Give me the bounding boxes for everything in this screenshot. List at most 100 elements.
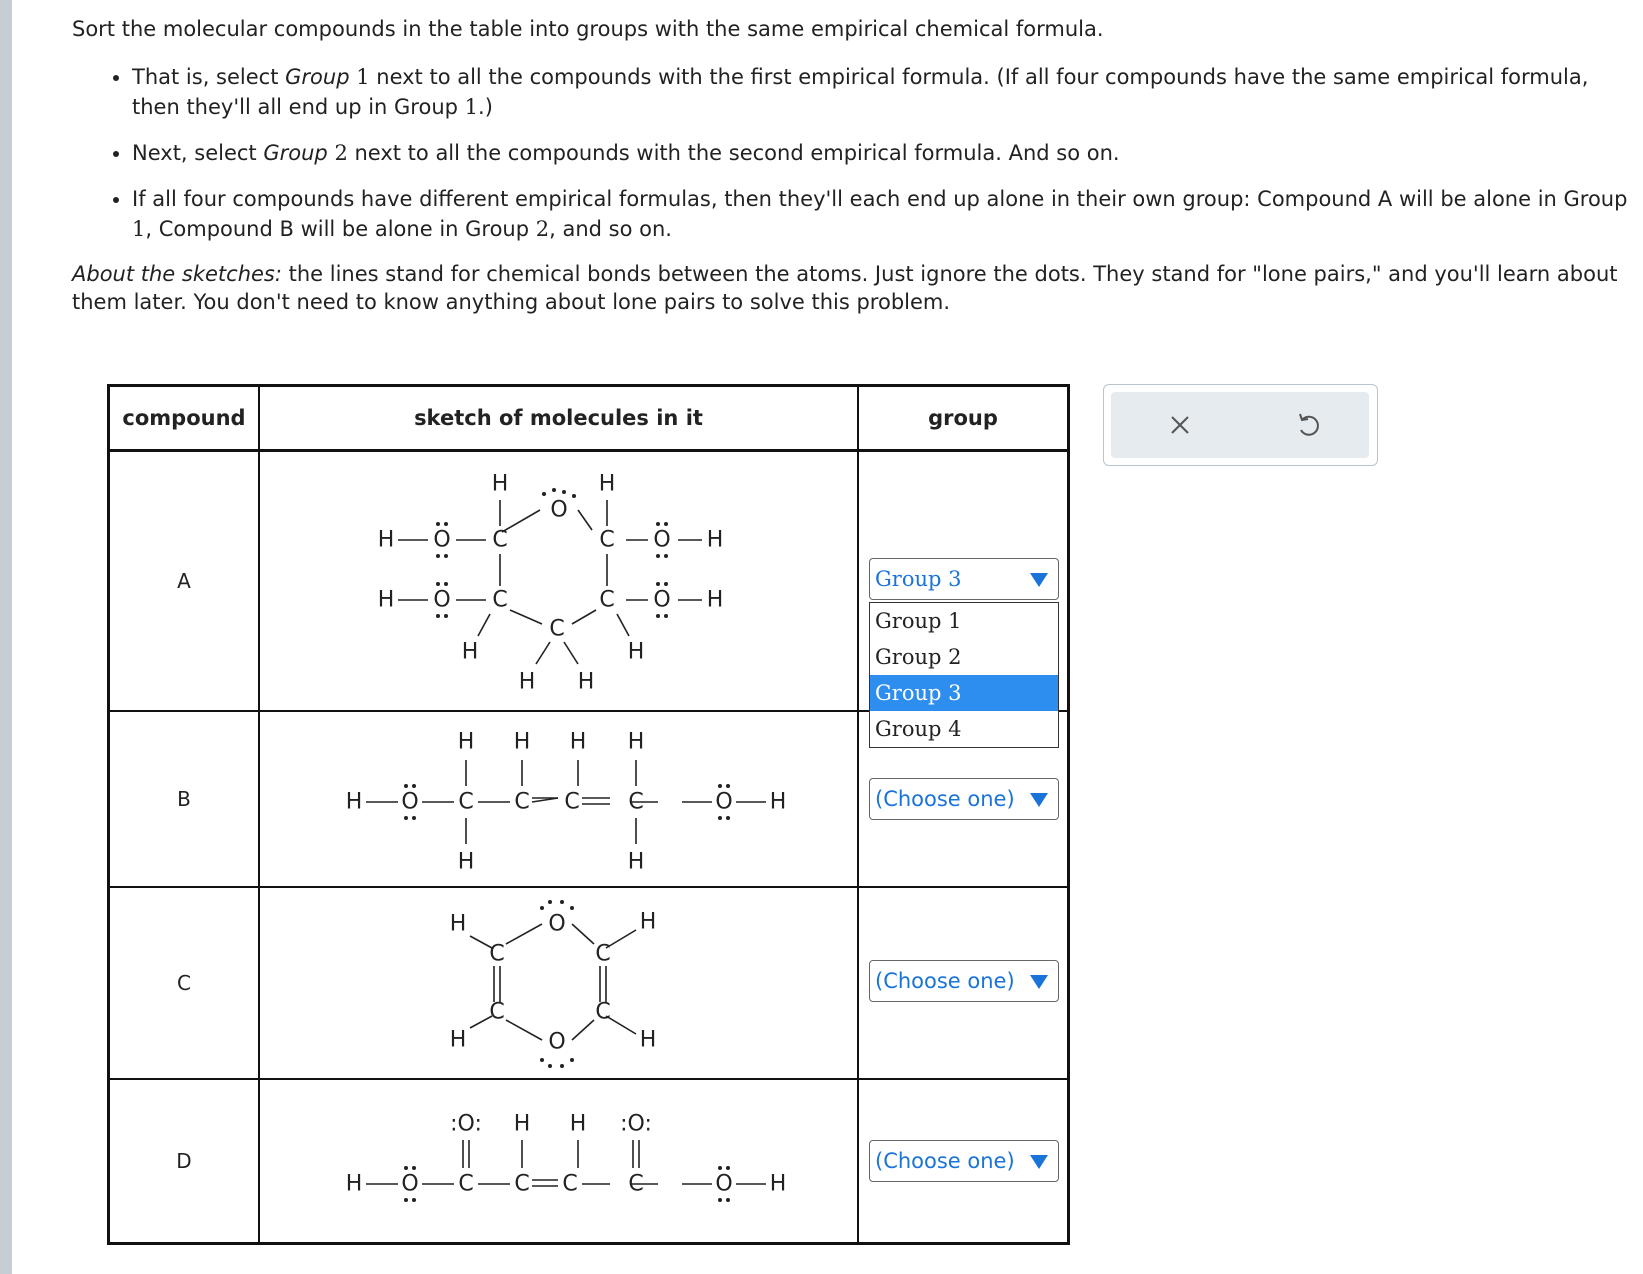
atom-c: C [489, 942, 504, 967]
atom-c: C [492, 588, 507, 613]
atom-c: C [599, 588, 614, 613]
group-select-a[interactable]: Group 3 [869, 558, 1059, 600]
instruction-bullet-1: That is, select Group 1 next to all the … [132, 62, 1632, 122]
atom-o: O [548, 1030, 565, 1055]
option-group-3[interactable]: Group 3 [870, 675, 1058, 711]
atom-c: C [458, 1172, 473, 1197]
atom-o: O [715, 1172, 732, 1197]
atom-h: H [570, 1112, 587, 1137]
compound-label: C [107, 886, 260, 1080]
group-select-d[interactable]: (Choose one) [869, 1140, 1059, 1182]
close-icon[interactable] [1163, 408, 1197, 442]
answer-toolbar [1103, 384, 1378, 466]
compound-label: A [107, 449, 260, 712]
compound-table: compound sketch of molecules in it group… [107, 384, 1070, 1245]
atom-c: C [492, 528, 507, 553]
dropdown-arrow-icon [1030, 793, 1048, 807]
molecule-c-sketch: H O H C C C C H O H [450, 900, 657, 1068]
sketch-cell: H H O H O C C O H H O C C O H C H H H H [258, 449, 859, 712]
compound-label: D [107, 1078, 260, 1245]
instruction-bullet-2: Next, select Group 2 next to all the com… [132, 138, 1632, 168]
atom-o: O [653, 588, 670, 613]
atom-c: C [595, 942, 610, 967]
table-row: D :O: H H :O: H O C C C C O H (Choose on… [107, 1078, 1070, 1245]
option-group-2[interactable]: Group 2 [870, 639, 1058, 675]
dropdown-arrow-icon [1030, 1155, 1048, 1169]
atom-h: H [462, 640, 479, 665]
atom-o: :O: [620, 1112, 652, 1137]
left-edge-bar [0, 0, 12, 1274]
atom-c: C [458, 790, 473, 815]
dropdown-arrow-icon [1030, 573, 1048, 587]
instructions-title: Sort the molecular compounds in the tabl… [72, 17, 1104, 41]
about-sketches: About the sketches: the lines stand for … [72, 262, 1618, 314]
sketch-cell: H O H C C C C H O H [258, 886, 859, 1080]
atom-c: C [489, 1000, 504, 1025]
group-cell: (Choose one) [857, 1078, 1070, 1245]
atom-c: C [514, 790, 529, 815]
atom-h: H [599, 472, 616, 497]
molecule-a-sketch: H H O H O C C O H H O C C O H C H H H H [378, 472, 724, 695]
atom-o: O [433, 528, 450, 553]
atom-h: H [570, 730, 587, 755]
atom-o: O [401, 790, 418, 815]
instruction-bullet-3: If all four compounds have different emp… [132, 184, 1632, 244]
atom-h: H [628, 850, 645, 875]
toolbar-inner [1111, 392, 1369, 458]
atom-h: H [519, 670, 536, 695]
atom-h: H [378, 528, 395, 553]
group-select-c[interactable]: (Choose one) [869, 960, 1059, 1002]
atom-o: O [433, 588, 450, 613]
atom-h: H [346, 790, 363, 815]
atom-c: C [564, 790, 579, 815]
atom-h: H [628, 640, 645, 665]
header-sketch: sketch of molecules in it [258, 384, 859, 452]
atom-h: H [450, 1028, 467, 1053]
sketch-cell: :O: H H :O: H O C C C C O H [258, 1078, 859, 1245]
atom-h: H [578, 670, 595, 695]
dropdown-arrow-icon [1030, 975, 1048, 989]
atom-h: H [640, 910, 657, 935]
compound-label: B [107, 710, 260, 888]
atom-c: C [595, 1000, 610, 1025]
atom-c: C [628, 1172, 643, 1197]
atom-h: H [346, 1172, 363, 1197]
atom-o: :O: [450, 1112, 482, 1137]
atom-h: H [770, 1172, 787, 1197]
atom-h: H [458, 850, 475, 875]
instructions: Sort the molecular compounds in the tabl… [72, 14, 1632, 316]
atom-o: O [401, 1172, 418, 1197]
atom-h: H [514, 730, 531, 755]
table-row: C H O H C C C C H O H (Choose one) [107, 886, 1070, 1080]
atom-o: O [548, 912, 565, 937]
undo-icon[interactable] [1291, 408, 1325, 442]
instructions-list: That is, select Group 1 next to all the … [72, 62, 1632, 244]
atom-h: H [492, 472, 509, 497]
group-options-list: Group 1 Group 2 Group 3 Group 4 [869, 602, 1059, 748]
atom-c: C [628, 790, 643, 815]
molecule-d-sketch: :O: H H :O: H O C C C C O H [346, 1112, 787, 1202]
atom-h: H [378, 588, 395, 613]
atom-h: H [458, 730, 475, 755]
atom-c: C [562, 1172, 577, 1197]
option-group-4[interactable]: Group 4 [870, 711, 1058, 747]
atom-c: C [549, 617, 564, 642]
atom-h: H [450, 912, 467, 937]
atom-h: H [707, 528, 724, 553]
table-header-row: compound sketch of molecules in it group [107, 384, 1070, 452]
atom-h: H [514, 1112, 531, 1137]
atom-o: O [550, 498, 567, 523]
atom-c: C [599, 528, 614, 553]
molecule-b-sketch: H H H H H O C C C C O H H H [346, 730, 787, 875]
atom-o: O [653, 528, 670, 553]
group-cell: (Choose one) [857, 886, 1070, 1080]
atom-o: O [715, 790, 732, 815]
table-row: A H H O H O C C O H H O C C O H C H H H … [107, 449, 1070, 748]
atom-h: H [640, 1028, 657, 1053]
atom-h: H [628, 730, 645, 755]
atom-c: C [514, 1172, 529, 1197]
option-group-1[interactable]: Group 1 [870, 603, 1058, 639]
sketch-cell: H H H H H O C C C C O H H H [258, 710, 859, 888]
group-select-b[interactable]: (Choose one) [869, 778, 1059, 820]
atom-h: H [707, 588, 724, 613]
